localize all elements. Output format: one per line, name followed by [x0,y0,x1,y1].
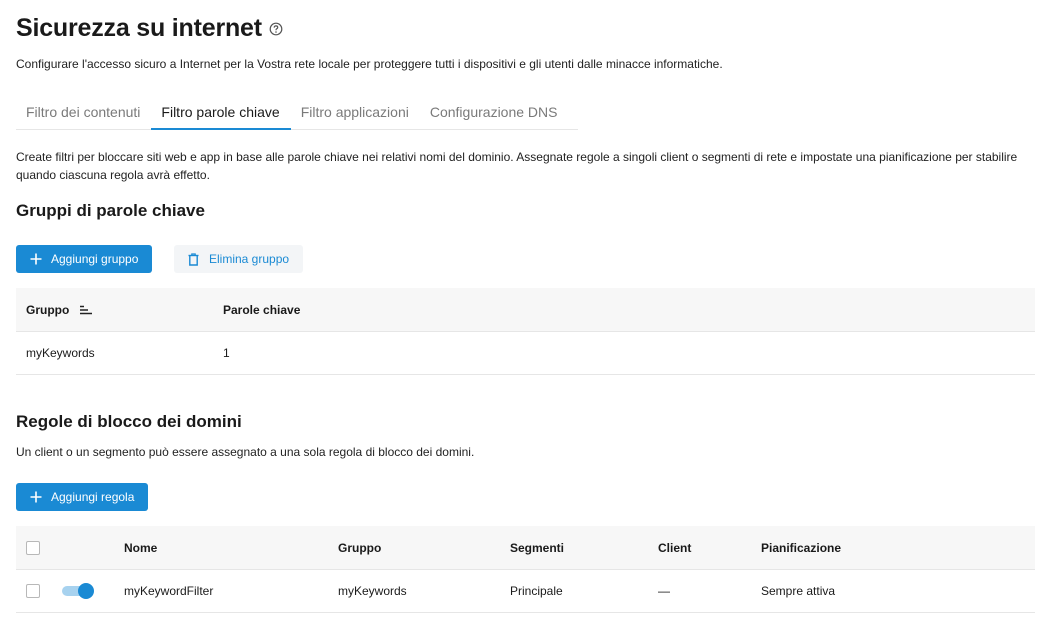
rule-group-cell: myKeywords [338,584,407,598]
page-header: Sicurezza su internet [16,14,283,43]
add-group-button[interactable]: Aggiungi gruppo [16,245,153,273]
section-description: Create filtri per bloccare siti web e ap… [16,150,1018,182]
column-header-client: Client [658,540,692,555]
row-controls [16,583,124,599]
sort-icon[interactable] [79,305,93,315]
select-all-cell [16,540,124,555]
trash-icon [188,252,199,266]
table-header: Gruppo Parole chiave [16,288,1035,332]
rule-segments-cell: Principale [510,584,563,598]
rule-schedule-cell: Sempre attiva [761,584,836,598]
add-rule-button[interactable]: Aggiungi regola [16,483,149,511]
column-header-schedule: Pianificazione [761,540,842,555]
tab-dns-config[interactable]: Configurazione DNS [420,98,569,129]
column-header-keywords: Parole chiave [223,302,301,317]
column-header-group: Gruppo [338,540,382,555]
page-subtitle: Configurare l'accesso sicuro a Internet … [16,57,723,71]
plus-icon [30,491,42,503]
keyword-groups-heading: Gruppi di parole chiave [16,201,205,220]
delete-group-button[interactable]: Elimina gruppo [174,245,304,273]
group-name-cell: myKeywords [26,346,95,360]
column-header-name: Nome [124,540,158,555]
plus-icon [30,253,42,265]
rule-name-cell: myKeywordFilter [124,584,214,598]
column-header-group-label: Gruppo [26,302,70,317]
rule-enabled-toggle[interactable] [62,583,94,599]
delete-group-label: Elimina gruppo [209,252,290,266]
tab-app-filter[interactable]: Filtro applicazioni [291,98,420,129]
table-row[interactable]: myKeywords 1 [16,332,1035,375]
toggle-knob [78,583,94,599]
table-row[interactable]: myKeywordFilter myKeywords Principale — … [16,570,1035,613]
domain-rules-table: Nome Gruppo Segmenti Client Pianificazio… [16,526,1035,613]
column-header-group[interactable]: Gruppo [16,303,223,317]
row-checkbox[interactable] [26,584,40,598]
tab-content-filter[interactable]: Filtro dei contenuti [16,98,151,129]
tab-bar: Filtro dei contenuti Filtro parole chiav… [16,98,578,130]
help-circle-icon[interactable] [269,22,283,36]
table-header: Nome Gruppo Segmenti Client Pianificazio… [16,526,1035,570]
rule-client-cell: — [658,584,670,598]
domain-rules-heading: Regole di blocco dei domini [16,412,242,431]
column-header-segments: Segmenti [510,540,565,555]
page-title: Sicurezza su internet [16,14,262,42]
keyword-groups-table: Gruppo Parole chiave myKeywords 1 [16,288,1035,375]
select-all-checkbox[interactable] [26,540,40,555]
add-rule-label: Aggiungi regola [51,490,135,504]
tab-keyword-filter[interactable]: Filtro parole chiave [151,98,291,130]
keyword-count-cell: 1 [223,346,230,360]
domain-rules-note: Un client o un segmento può essere asseg… [16,445,475,459]
add-group-label: Aggiungi gruppo [51,252,139,266]
